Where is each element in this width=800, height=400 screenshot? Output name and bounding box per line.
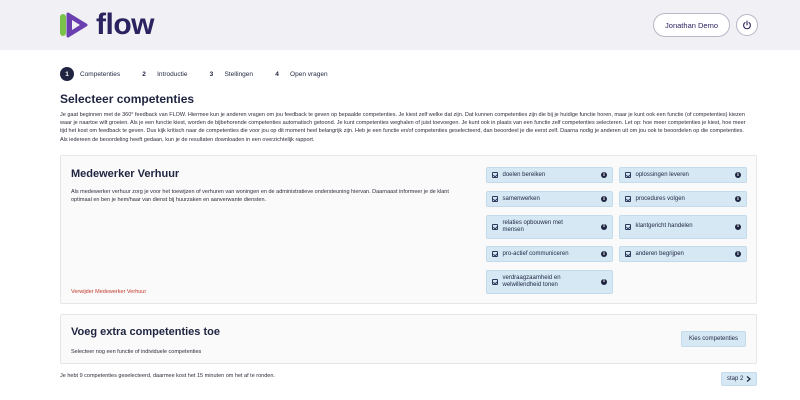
page-title: Selecteer competenties (60, 92, 195, 106)
competency-doelen-bereiken[interactable]: doelen bereiken i (486, 167, 613, 183)
step-stellingen[interactable]: 3 Stellingen (204, 67, 253, 81)
competency-relaties-opbouwen[interactable]: relaties opbouwen met mensen i (486, 215, 613, 239)
function-card: Medewerker Verhuur Als medewerker verhuu… (60, 155, 757, 304)
chevron-right-icon (746, 376, 752, 382)
checkbox-icon (625, 196, 631, 202)
user-menu-button[interactable]: Jonathan Demo (653, 13, 730, 37)
selection-summary: Je hebt 9 competenties geselecteerd, daa… (60, 373, 275, 379)
info-icon[interactable]: i (735, 251, 741, 257)
competency-label: oplossingen leveren (635, 172, 689, 178)
info-icon[interactable]: i (735, 172, 741, 178)
competency-label: doelen bereiken (502, 172, 546, 178)
competency-label: procedures volgen (635, 196, 685, 202)
competency-pro-actief-communiceren[interactable]: pro-actief communiceren i (486, 246, 613, 262)
info-icon[interactable]: i (601, 224, 607, 230)
competency-label: relaties opbouwen met mensen (502, 219, 563, 234)
extra-description: Selecteer nog een functie of individuele… (71, 349, 202, 355)
checkbox-icon (625, 251, 631, 257)
stepper: 1 Competenties 2 Introductie 3 Stellinge… (0, 50, 800, 83)
flow-logo-mark-icon (60, 12, 88, 38)
competency-anderen-begrijpen[interactable]: anderen begrijpen i (619, 246, 747, 262)
info-icon[interactable]: i (601, 196, 607, 202)
step-label: Open vragen (290, 70, 328, 78)
step-competenties[interactable]: 1 Competenties (60, 67, 120, 81)
info-icon[interactable]: i (601, 172, 607, 178)
step-introductie[interactable]: 2 Introductie (137, 67, 187, 81)
power-icon (743, 20, 751, 30)
competency-label: klantgericht handelen (635, 223, 693, 230)
info-icon[interactable]: i (601, 251, 607, 257)
step-number: 2 (142, 70, 146, 78)
checkbox-icon (492, 224, 498, 230)
function-title: Medewerker Verhuur (71, 168, 180, 180)
logo-text: flow (96, 8, 155, 41)
competency-klantgericht-handelen[interactable]: klantgericht handelen i (619, 215, 747, 239)
checkbox-icon (625, 172, 631, 178)
competency-samenwerken[interactable]: samenwerken i (486, 191, 613, 207)
info-icon[interactable]: i (735, 196, 741, 202)
competency-oplossingen-leveren[interactable]: oplossingen leveren i (619, 167, 747, 183)
competency-label: verdraagzaamheid en welwillendheid tonen (502, 274, 561, 289)
intro-text: Je gaat beginnen met de 360° feedback va… (60, 112, 746, 143)
logout-button[interactable] (736, 14, 758, 36)
competency-verdraagzaamheid[interactable]: verdraagzaamheid en welwillendheid tonen… (486, 270, 613, 294)
step-number: 1 (60, 67, 74, 81)
next-step-button[interactable]: stap 2 (721, 372, 758, 386)
function-description: Als medewerker verhuur zorg je voor het … (71, 189, 449, 204)
checkbox-icon (492, 196, 498, 202)
step-number: 4 (275, 70, 279, 78)
checkbox-icon (492, 279, 498, 285)
competency-procedures-volgen[interactable]: procedures volgen i (619, 191, 747, 207)
step-label: Introductie (157, 70, 188, 78)
step-label: Stellingen (224, 70, 254, 78)
info-icon[interactable]: i (601, 279, 607, 285)
step-open-vragen[interactable]: 4 Open vragen (270, 67, 328, 81)
step-number: 3 (209, 70, 214, 78)
checkbox-icon (492, 172, 498, 178)
checkbox-icon (625, 224, 631, 230)
competency-label: samenwerken (502, 196, 540, 202)
checkbox-icon (492, 251, 498, 257)
competency-label: pro-actief communiceren (502, 251, 569, 257)
flow-logo[interactable]: flow (60, 8, 155, 41)
extra-title: Voeg extra competenties toe (71, 326, 220, 338)
competency-label: anderen begrijpen (635, 251, 684, 257)
choose-competencies-button[interactable]: Kies competenties (680, 331, 746, 347)
next-step-label: stap 2 (727, 376, 744, 382)
remove-function-link[interactable]: Verwijder Medewerker Verhuur (71, 289, 146, 295)
top-bar: flow Jonathan Demo (0, 0, 800, 50)
info-icon[interactable]: i (735, 224, 741, 230)
extra-competencies-card: Voeg extra competenties toe Selecteer no… (60, 314, 757, 364)
step-label: Competenties (80, 70, 121, 78)
